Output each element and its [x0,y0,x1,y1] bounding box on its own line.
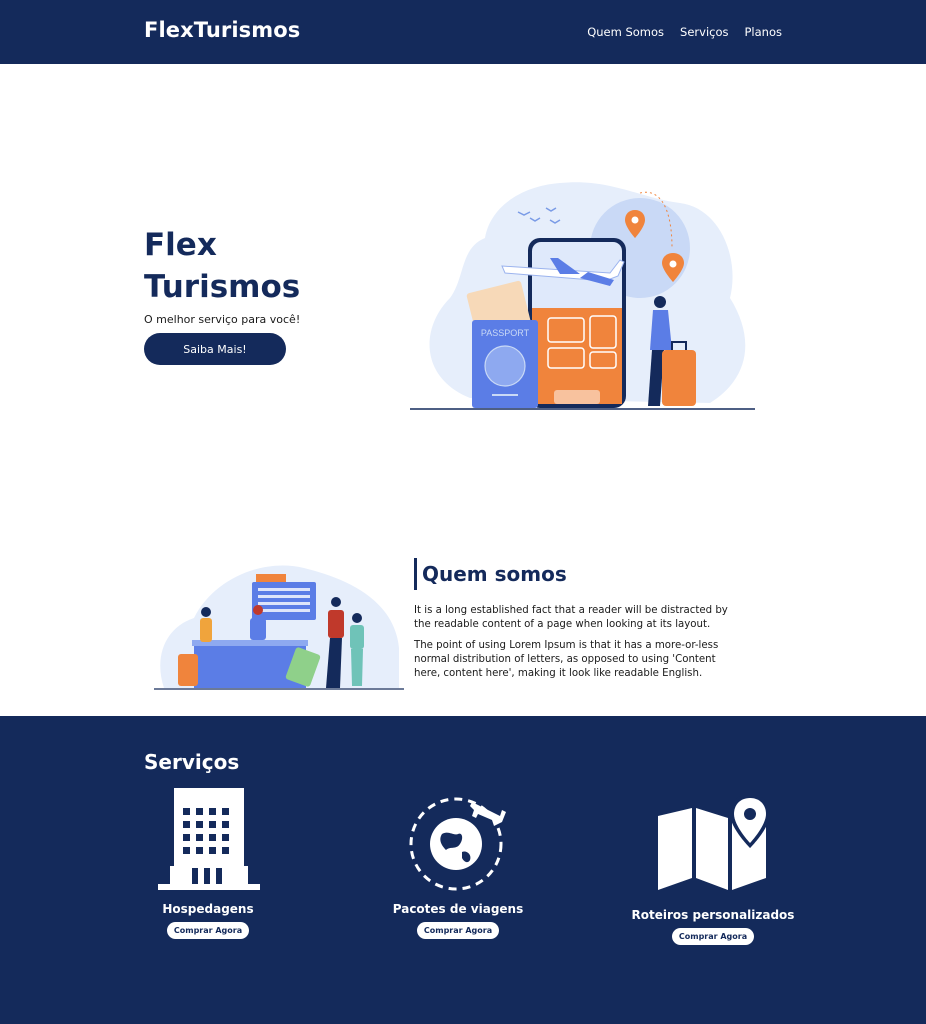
service-name: Roteiros personalizados [631,908,795,922]
service-name: Pacotes de viagens [392,902,524,916]
comprar-agora-button[interactable]: Comprar Agora [416,922,500,939]
quem-somos-title: Quem somos [414,558,567,590]
nav-link-planos[interactable]: Planos [745,25,783,39]
nav-link-quem-somos[interactable]: Quem Somos [587,25,664,39]
passport-label: PASSPORT [481,328,530,338]
airplane-icon [470,802,506,826]
nav-link-servicos[interactable]: Serviços [680,25,728,39]
checkin-counter [194,642,306,688]
main-nav: Quem Somos Serviços Planos [587,25,782,39]
travel-hero-illustration: PASSPORT [410,182,755,410]
suitcase-icon [178,654,198,686]
hotel-building-icon [158,788,260,890]
service-card-hospedagens: Hospedagens Comprar Agora [98,788,318,939]
navbar: FlexTurismos Quem Somos Serviços Planos [0,0,926,64]
traveler-person [654,296,666,308]
service-card-pacotes: Pacotes de viagens Comprar Agora [348,788,568,939]
service-name: Hospedagens [162,902,254,916]
departure-board [252,582,316,620]
brand-logo[interactable]: FlexTurismos [144,18,300,42]
saiba-mais-button[interactable]: Saiba Mais! [144,333,286,365]
comprar-agora-button[interactable]: Comprar Agora [166,922,250,939]
services-section: Serviços Hospedagens Comprar Agora Pacot… [0,716,926,1024]
services-title: Serviços [144,750,240,774]
about-paragraph-2: The point of using Lorem Ipsum is that i… [414,640,719,679]
map-pin-icon [658,794,770,890]
hero-subtitle: O melhor serviço para você! [144,313,301,326]
service-card-roteiros: Roteiros personalizados Comprar Agora [603,794,823,945]
globe-plane-icon [409,797,506,891]
suitcase-icon [662,350,696,406]
airport-checkin-illustration [154,565,404,690]
hero-title: Flex Turismos [144,227,301,305]
comprar-agora-button[interactable]: Comprar Agora [671,928,755,945]
about-paragraph-1: It is a long established fact that a rea… [414,605,728,630]
